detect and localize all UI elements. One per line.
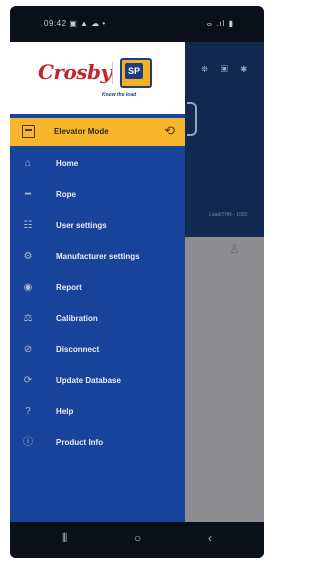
background-app-header: ⛯ ▣ ✱ Load/THR - 1000 bbox=[185, 42, 264, 237]
mode-label: Elevator Mode bbox=[54, 127, 109, 136]
background-app-screen: ⛯ ▣ ✱ Load/THR - 1000 ♙ bbox=[185, 42, 264, 522]
system-navigation-bar: ⦀ ○ ‹ bbox=[10, 522, 264, 558]
background-toolbar-icons: ⛯ ▣ ✱ bbox=[201, 64, 253, 74]
calibration-icon: ⚖ bbox=[23, 313, 33, 324]
menu-item-label: User settings bbox=[56, 221, 107, 230]
menu-item-user-settings[interactable]: ☷ User settings bbox=[10, 214, 185, 240]
background-panel-edge bbox=[187, 102, 197, 136]
menu-item-label: Update Database bbox=[56, 376, 121, 385]
menu-item-report[interactable]: ◉ Report bbox=[10, 276, 185, 302]
report-icon: ◉ bbox=[23, 282, 33, 293]
navigation-drawer: Crosby SP Know the load Elevator Mode ⟲ … bbox=[10, 42, 185, 522]
crosby-logo: Crosby bbox=[38, 60, 112, 84]
menu-item-disconnect[interactable]: ⊘ Disconnect bbox=[10, 338, 185, 364]
elevator-icon bbox=[22, 125, 35, 138]
home-button-icon[interactable]: ○ bbox=[134, 531, 141, 545]
info-icon: ⓘ bbox=[23, 437, 33, 448]
status-time: 09:42 ▣ ▲ ☁ • bbox=[44, 19, 106, 28]
menu-item-label: Manufacturer settings bbox=[56, 252, 140, 261]
phone-screen: 09:42 ▣ ▲ ☁ • ⴰ .ıl ▮ ⛯ ▣ ✱ Load/THR - 1… bbox=[10, 6, 264, 558]
menu-item-label: Disconnect bbox=[56, 345, 100, 354]
menu-item-label: Help bbox=[56, 407, 74, 416]
menu-item-help[interactable]: ? Help bbox=[10, 400, 185, 426]
help-icon: ? bbox=[25, 406, 31, 417]
menu-item-home[interactable]: ⌂ Home bbox=[10, 152, 185, 178]
menu-item-label: Rope bbox=[56, 190, 76, 199]
gear-icon: ⚙ bbox=[23, 251, 33, 262]
elevator-mode-bar[interactable]: Elevator Mode ⟲ bbox=[10, 118, 185, 146]
logo-header: Crosby SP Know the load bbox=[10, 42, 185, 114]
menu-item-rope[interactable]: ━ Rope bbox=[10, 183, 185, 209]
menu-item-update-database[interactable]: ⟳ Update Database bbox=[10, 369, 185, 395]
menu-item-label: Product Info bbox=[56, 438, 104, 447]
disconnect-icon: ⊘ bbox=[23, 344, 33, 355]
logo-tagline: Know the load bbox=[102, 92, 137, 98]
menu-item-label: Home bbox=[56, 159, 79, 168]
recent-apps-icon[interactable]: ⦀ bbox=[62, 531, 67, 546]
back-icon[interactable]: ‹ bbox=[208, 531, 212, 545]
background-app-body: ♙ bbox=[185, 237, 264, 522]
menu-item-label: Calibration bbox=[56, 314, 98, 323]
logo-divider bbox=[112, 62, 113, 84]
menu-item-label: Report bbox=[56, 283, 82, 292]
database-icon: ⟳ bbox=[23, 375, 33, 386]
sync-icon[interactable]: ⟲ bbox=[164, 123, 175, 139]
menu-item-product-info[interactable]: ⓘ Product Info bbox=[10, 431, 185, 457]
menu-item-manufacturer-settings[interactable]: ⚙ Manufacturer settings bbox=[10, 245, 185, 271]
home-icon: ⌂ bbox=[24, 158, 32, 169]
sp-badge-text: SP bbox=[125, 63, 143, 79]
rope-icon: ━ bbox=[24, 189, 32, 200]
menu-item-calibration[interactable]: ⚖ Calibration bbox=[10, 307, 185, 333]
background-faint-text: Load/THR - 1000 bbox=[209, 212, 248, 218]
status-indicators: ⴰ .ıl ▮ bbox=[206, 19, 234, 28]
user-settings-icon: ☷ bbox=[23, 220, 33, 231]
person-icon: ♙ bbox=[229, 242, 240, 256]
status-bar: 09:42 ▣ ▲ ☁ • ⴰ .ıl ▮ bbox=[10, 6, 264, 42]
sp-badge-logo: SP bbox=[120, 58, 152, 88]
